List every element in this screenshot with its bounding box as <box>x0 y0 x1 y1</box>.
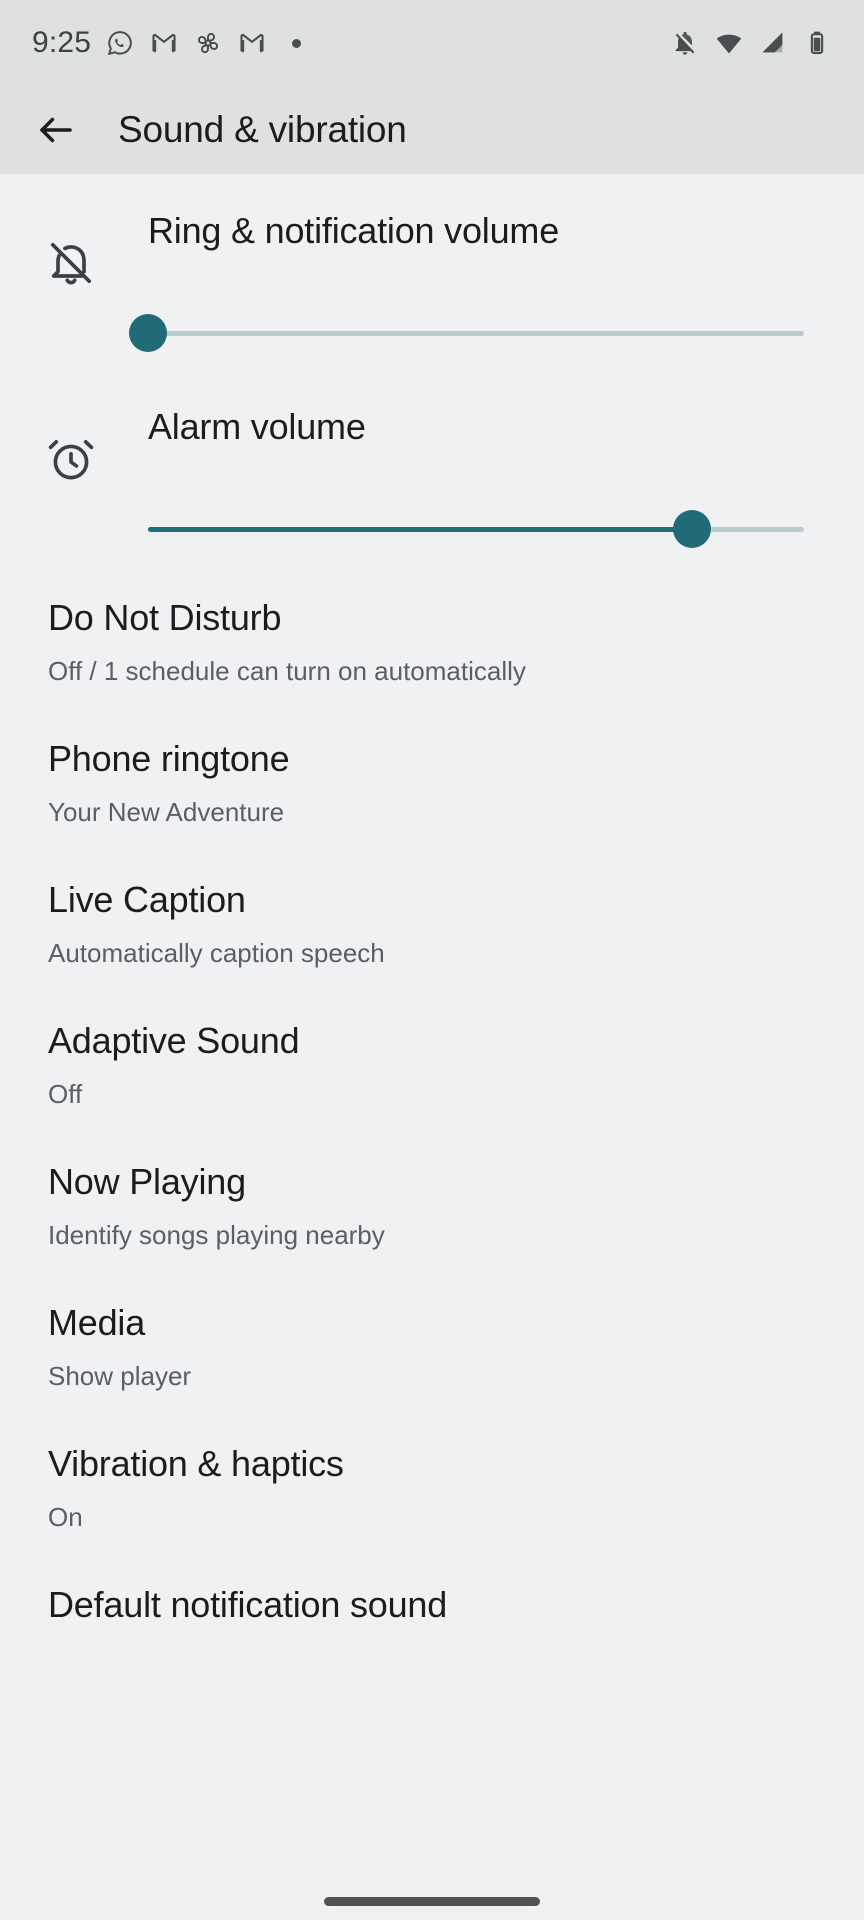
alarm-clock-icon <box>44 432 98 486</box>
alarm-volume-label: Alarm volume <box>148 406 366 447</box>
list-item-title: Media <box>48 1302 146 1343</box>
status-bar-clock: 9:25 <box>32 26 92 59</box>
slider-thumb[interactable] <box>129 314 167 352</box>
status-bar: 9:25 <box>0 0 864 86</box>
settings-item-default-notification-sound[interactable]: Default notification sound <box>0 1553 864 1694</box>
list-item-title: Default notification sound <box>48 1584 448 1625</box>
gmail-icon <box>149 28 179 58</box>
pinwheel-icon <box>193 28 223 58</box>
page-title: Sound & vibration <box>118 109 407 150</box>
cellular-signal-icon <box>758 28 788 58</box>
list-item-title: Live Caption <box>48 879 246 920</box>
settings-item-adaptive-sound[interactable]: Adaptive Sound Off <box>0 989 864 1130</box>
list-item-title: Adaptive Sound <box>48 1020 300 1061</box>
slider-track <box>148 331 804 336</box>
slider-thumb[interactable] <box>673 510 712 548</box>
settings-item-do-not-disturb[interactable]: Do Not Disturb Off / 1 schedule can turn… <box>0 566 864 707</box>
gesture-navigation-bar[interactable] <box>324 1897 540 1906</box>
phone-screen: 9:25 Sound & vibration Ring & notificati… <box>0 0 864 1920</box>
list-item-subtitle: On <box>48 1502 83 1532</box>
list-item-subtitle: Off / 1 schedule can turn on automatical… <box>48 656 526 686</box>
list-item-subtitle: Your New Adventure <box>48 797 285 827</box>
status-bar-left: 9:25 <box>32 26 311 60</box>
status-bar-right <box>670 28 832 58</box>
ring-notification-volume-row: Ring & notification volume <box>0 174 864 370</box>
list-item-title: Phone ringtone <box>48 738 290 779</box>
wifi-icon <box>714 28 744 58</box>
ring-notification-volume-label: Ring & notification volume <box>148 210 560 251</box>
notifications-silenced-icon <box>670 28 700 58</box>
list-item-subtitle: Show player <box>48 1361 192 1391</box>
settings-item-live-caption[interactable]: Live Caption Automatically caption speec… <box>0 848 864 989</box>
alarm-volume-slider[interactable] <box>148 510 804 550</box>
more-notifications-dot-icon <box>281 28 311 58</box>
slider-fill <box>148 527 693 532</box>
list-item-title: Now Playing <box>48 1161 246 1202</box>
notifications-off-icon <box>44 236 98 290</box>
settings-item-media[interactable]: Media Show player <box>0 1271 864 1412</box>
list-item-subtitle: Off <box>48 1079 83 1109</box>
back-button[interactable] <box>24 98 88 162</box>
alarm-volume-row: Alarm volume <box>0 370 864 566</box>
settings-content: Ring & notification volume Alarm volume <box>0 174 864 1920</box>
settings-item-now-playing[interactable]: Now Playing Identify songs playing nearb… <box>0 1130 864 1271</box>
list-item-title: Do Not Disturb <box>48 597 282 638</box>
whatsapp-icon <box>105 28 135 58</box>
gmail-icon-2 <box>237 28 267 58</box>
settings-item-vibration-haptics[interactable]: Vibration & haptics On <box>0 1412 864 1553</box>
app-bar: Sound & vibration <box>0 86 864 174</box>
list-item-subtitle: Automatically caption speech <box>48 938 385 968</box>
settings-item-phone-ringtone[interactable]: Phone ringtone Your New Adventure <box>0 707 864 848</box>
list-item-title: Vibration & haptics <box>48 1443 344 1484</box>
ring-notification-volume-slider[interactable] <box>129 314 804 354</box>
list-item-subtitle: Identify songs playing nearby <box>48 1220 385 1250</box>
battery-icon <box>802 28 832 58</box>
